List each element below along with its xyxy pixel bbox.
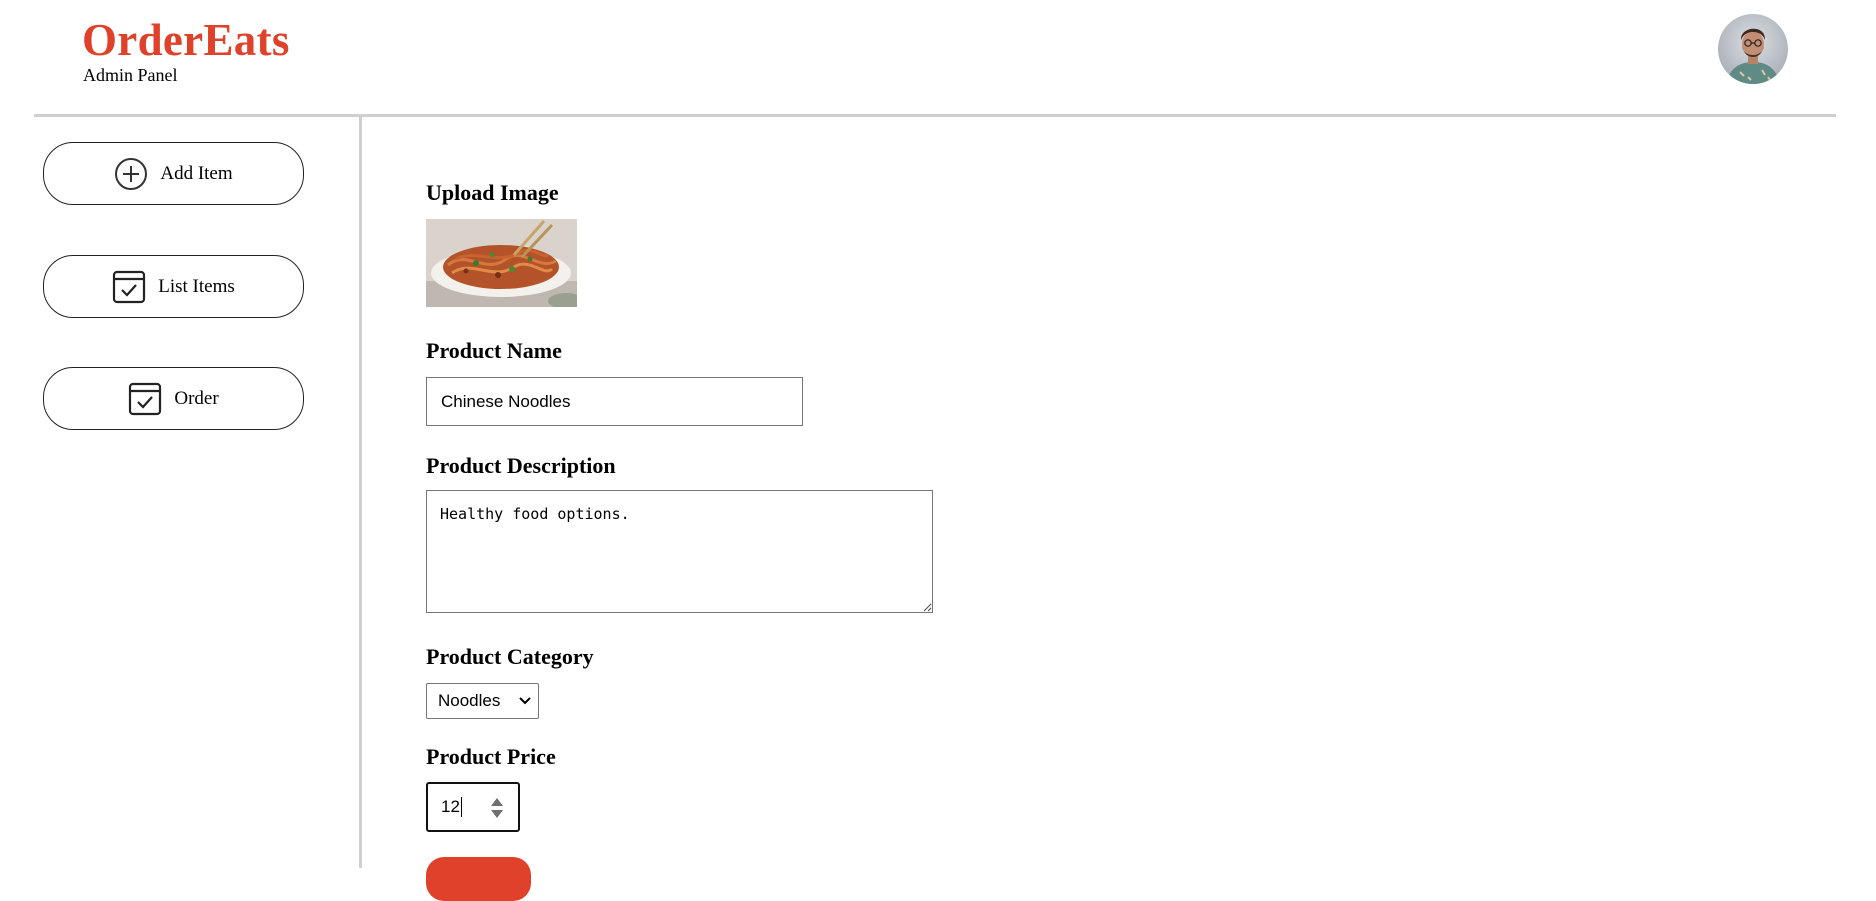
sidebar-item-label: Order [174,387,219,409]
brand: OrderEats Admin Panel [82,16,290,85]
user-avatar[interactable] [1718,14,1788,84]
chevron-down-icon [519,697,531,705]
header: OrderEats Admin Panel [0,0,1876,116]
product-price-label: Product Price [426,744,556,769]
noodles-photo-icon [426,219,577,307]
text-caret [460,797,462,817]
sidebar-divider [359,117,362,868]
app-logo: OrderEats [82,15,290,65]
sidebar-item-list-items[interactable]: List Items [43,255,304,318]
add-circle-icon [114,157,148,191]
number-spinner-icon[interactable] [490,796,504,820]
product-description-textarea[interactable]: Healthy food options. [426,490,933,613]
upload-image-preview[interactable] [426,219,577,307]
product-category-select[interactable]: Noodles [426,683,539,719]
sidebar-item-order[interactable]: Order [43,367,304,430]
checklist-icon [128,382,162,416]
category-selected-value: Noodles [438,691,501,710]
price-value: 12 [441,797,460,816]
product-category-label: Product Category [426,644,594,669]
product-name-label: Product Name [426,338,562,363]
sidebar-item-add-item[interactable]: Add Item [43,142,304,205]
header-divider [34,114,1836,117]
checklist-icon [112,270,146,304]
resize-grip-icon[interactable] [923,603,932,612]
product-description-label: Product Description [426,453,616,478]
app-subtitle: Admin Panel [83,65,178,85]
add-item-submit-button[interactable] [426,857,531,901]
sidebar-item-label: Add Item [160,162,233,184]
product-name-input[interactable] [426,377,803,426]
sidebar-item-label: List Items [158,275,235,297]
avatar-photo-icon [1718,14,1788,84]
product-price-input[interactable]: 12 [426,782,520,832]
upload-image-label: Upload Image [426,180,559,205]
